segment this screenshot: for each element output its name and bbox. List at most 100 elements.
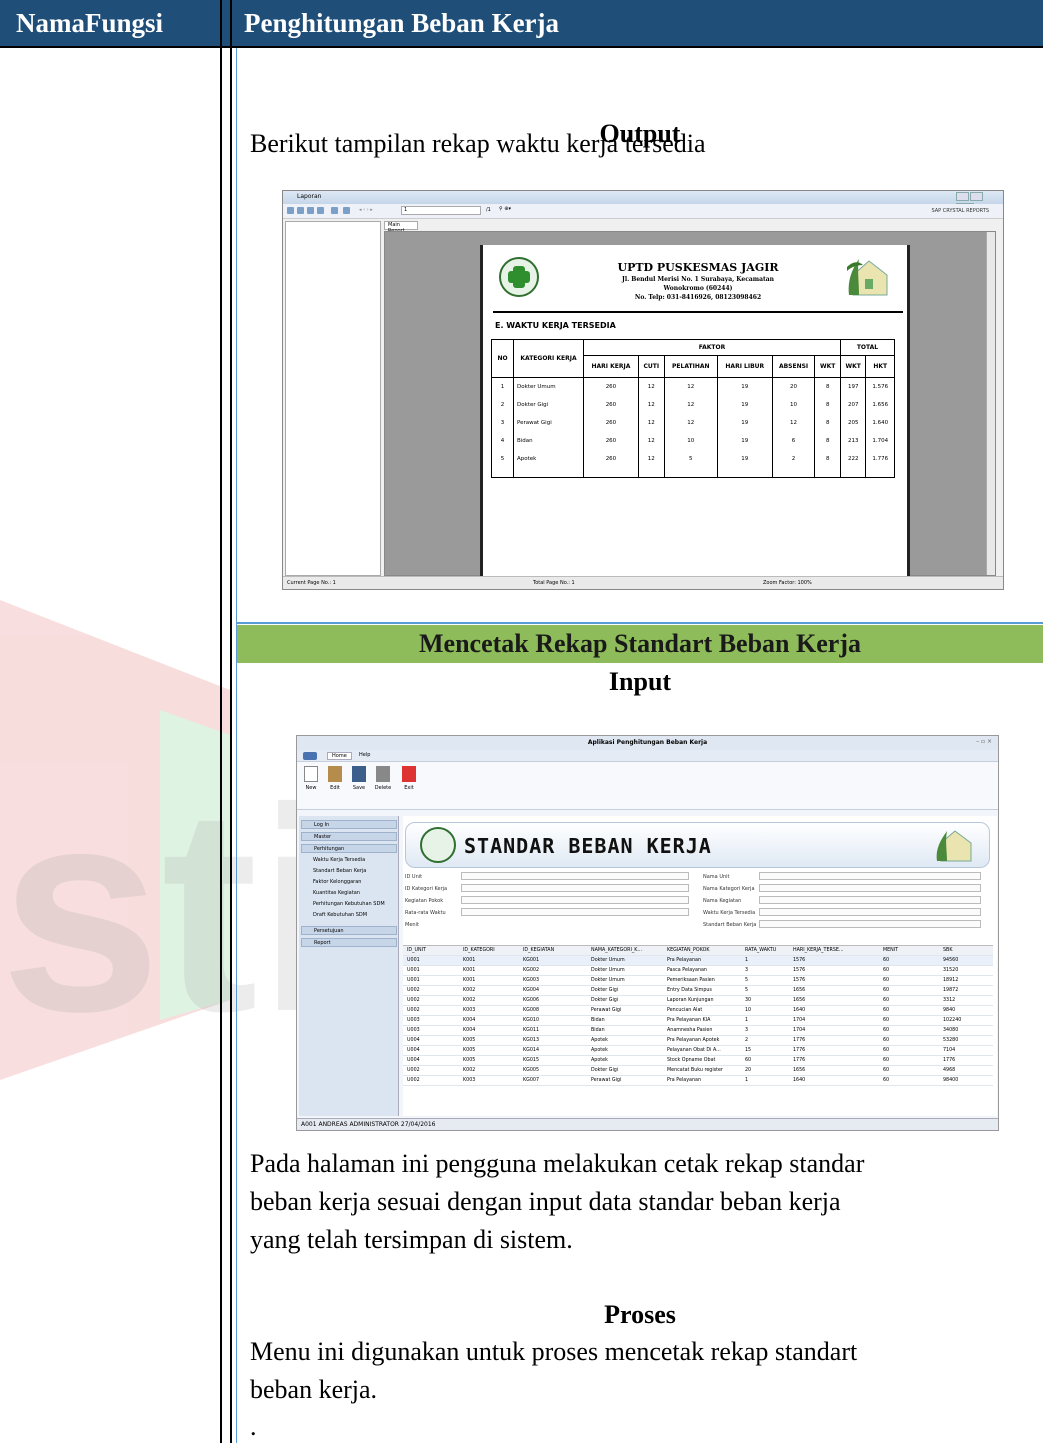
nama-unit-input[interactable] <box>759 872 981 880</box>
label-id-kategori: ID Kategori Kerja <box>405 886 448 892</box>
label-kegiatan-pokok: Kegiatan Pokok <box>405 898 444 904</box>
proses-line-2: beban kerja. <box>250 1375 378 1404</box>
tab-help[interactable]: Help <box>359 752 370 758</box>
grid-cell: U003 <box>407 1018 420 1023</box>
grid-cell: 1576 <box>793 968 806 973</box>
copy-icon[interactable] <box>317 207 324 214</box>
sidebar-item-log-in[interactable]: Log In <box>301 820 397 829</box>
grid-header-cell[interactable]: HARI_KERJA_TERSE... <box>793 948 844 953</box>
new-button[interactable]: New <box>301 766 321 800</box>
search-zoom-icon[interactable]: ⚲ ⊕▾ <box>499 206 511 212</box>
house-logo-icon <box>936 830 972 862</box>
crystal-brand: SAP CRYSTAL REPORTS <box>931 208 989 214</box>
sidebar-item-kuantitas[interactable]: Kuantitas Kegiatan <box>301 889 397 898</box>
cell-wkt: 8 <box>814 377 841 396</box>
cell-absensi: 12 <box>771 413 816 432</box>
table-row[interactable]: U002 K002 KG004 Dokter Gigi Entry Data Simpu… <box>403 986 993 996</box>
grid-header-cell[interactable]: NAMA_KATEGORI_K... <box>591 948 642 953</box>
sidebar-item-perhitungan[interactable]: Perhitungan <box>301 844 397 853</box>
standart-beban-input[interactable] <box>759 920 981 928</box>
th-total: TOTAL <box>839 339 896 356</box>
grid-cell: 60 <box>883 1008 890 1013</box>
sidebar-item-draft-sdm[interactable]: Draft Kebutuhan SDM <box>301 911 397 920</box>
grid-cell: Dokter Gigi <box>591 988 619 993</box>
grid-header-cell[interactable]: MENIT <box>883 948 898 953</box>
sidebar-item-standart-beban[interactable]: Standart Beban Kerja <box>301 867 397 876</box>
export-icon[interactable] <box>287 207 294 214</box>
delete-button[interactable]: Delete <box>373 766 393 800</box>
waktu-kerja-input[interactable] <box>759 908 981 916</box>
grid-header-cell[interactable]: ID_UNIT <box>407 948 426 953</box>
sidebar-item-perhitungan-sdm[interactable]: Perhitungan Kebutuhan SDM <box>301 900 397 909</box>
table-row[interactable]: U004 K005 KG014 Apotek Pelayanan Obat Di A..… <box>403 1046 993 1056</box>
group-tree-icon[interactable] <box>343 207 350 214</box>
grid-cell: K002 <box>463 998 476 1003</box>
grid-cell: 20 <box>745 1068 752 1073</box>
grid-cell: Pasca Pelayanan <box>667 968 707 973</box>
grid-cell: 102240 <box>943 1018 962 1023</box>
table-row[interactable]: U002 K003 KG007 Perawat Gigi Pra Pelayanan 1 1… <box>403 1076 993 1086</box>
grid-header-cell[interactable]: RATA_WAKTU <box>745 948 776 953</box>
cell-cuti: 12 <box>637 395 665 414</box>
sidebar-item-faktor[interactable]: Faktor Kelonggaran <box>301 878 397 887</box>
window-controls-icon[interactable]: – ▫ × <box>976 738 992 745</box>
refresh-icon[interactable] <box>307 207 314 214</box>
maximize-icon[interactable] <box>970 192 983 201</box>
grid-cell: 94560 <box>943 958 959 963</box>
minimize-icon[interactable] <box>956 192 969 201</box>
report-address2: Wonokromo (60244) <box>663 285 733 292</box>
table-row[interactable]: U001 K001 KG001 Dokter Umum Pra Pelayanan 1 15… <box>403 956 993 966</box>
save-button[interactable]: Save <box>349 766 369 800</box>
table-row[interactable]: U002 K002 KG006 Dokter Gigi Laporan Kunjunga… <box>403 996 993 1006</box>
print-section-heading: Mencetak Rekap Standart Beban Kerja <box>419 629 861 658</box>
rata-waktu-input[interactable] <box>461 908 689 916</box>
th-hari-kerja: HARI KERJA <box>583 355 639 378</box>
nama-kegiatan-input[interactable] <box>759 896 981 904</box>
vertical-scrollbar[interactable] <box>986 232 995 575</box>
id-unit-input[interactable] <box>461 872 689 880</box>
banner-title: STANDAR BEBAN KERJA <box>464 834 712 858</box>
grid-cell: 1576 <box>793 958 806 963</box>
kegiatan-pokok-select[interactable] <box>461 896 689 904</box>
nama-kategori-input[interactable] <box>759 884 981 892</box>
grid-cell: Anamnesha Pasien <box>667 1028 713 1033</box>
table-row[interactable]: U004 K005 KG013 Apotek Pra Pelayanan Apotek 2… <box>403 1036 993 1046</box>
edit-button[interactable]: Edit <box>325 766 345 800</box>
table-header: NamaFungsi Penghitungan Beban Kerja <box>0 0 1043 48</box>
table-row: 3 Perawat Gigi 260 12 12 19 12 8 205 1.6… <box>491 413 895 432</box>
grid-cell: 18912 <box>943 978 959 983</box>
table-row[interactable]: U003 K004 KG010 Bidan Pra Pelayanan KIA 1 1704… <box>403 1016 993 1026</box>
grid-header-cell[interactable]: ID_KATEGORI <box>463 948 495 953</box>
window-controls[interactable] <box>955 192 1001 212</box>
grid-header-cell[interactable]: KEGIATAN_POKOK <box>667 948 710 953</box>
grid-cell: 15 <box>745 1048 752 1053</box>
app-title: Aplikasi Penghitungan Beban Kerja <box>587 739 708 746</box>
grid-header-cell[interactable]: SBK <box>943 948 952 953</box>
cell-hari-libur: 19 <box>716 395 773 414</box>
sidebar-item-waktu-kerja[interactable]: Waktu Kerja Tersedia <box>301 856 397 865</box>
print-icon[interactable] <box>297 207 304 214</box>
table-row[interactable]: U001 K001 KG002 Dokter Umum Pasca Pelayanan 3… <box>403 966 993 976</box>
app-menu-icon[interactable] <box>303 752 317 760</box>
table-row[interactable]: U001 K001 KG003 Dokter Umum Pemeriksaan Pasi… <box>403 976 993 986</box>
table-row[interactable]: U003 K004 KG011 Bidan Anamnesha Pasien 3 1704 6… <box>403 1026 993 1036</box>
tab-home[interactable]: Home <box>327 752 352 760</box>
sidebar-item-master[interactable]: Master <box>301 832 397 841</box>
page-number-input[interactable]: 1 <box>401 206 481 215</box>
grid-cell: 60 <box>883 1068 890 1073</box>
toggle-tree-icon[interactable] <box>331 207 338 214</box>
table-row[interactable]: U002 K003 KG008 Perawat Gigi Pencucian Alat 1… <box>403 1006 993 1016</box>
grid-header-cell[interactable]: ID_KEGIATAN <box>523 948 554 953</box>
trailing-dot: . <box>250 1412 257 1441</box>
id-kategori-select[interactable] <box>461 884 689 892</box>
sidebar-item-report[interactable]: Report <box>301 938 397 947</box>
table-row[interactable]: U004 K005 KG015 Apotek Stock Opname Obat 60 17… <box>403 1056 993 1066</box>
report-toolbar: ◂ ‹ › ▸ 1 /1 ⚲ ⊕▾ SAP CRYSTAL REPORTS <box>283 204 1003 219</box>
nav-arrows-icon[interactable]: ◂ ‹ › ▸ <box>359 207 373 213</box>
tab-main-report[interactable]: Main Report <box>384 221 418 234</box>
sidebar-item-persetujuan[interactable]: Persetujuan <box>301 926 397 935</box>
grid-cell: U002 <box>407 1008 420 1013</box>
exit-button[interactable]: Exit <box>399 766 419 800</box>
table-row[interactable]: U002 K002 KG005 Dokter Gigi Mencatat Buku re… <box>403 1066 993 1076</box>
report-statusbar: Current Page No.: 1 Total Page No.: 1 Zo… <box>283 576 1003 589</box>
